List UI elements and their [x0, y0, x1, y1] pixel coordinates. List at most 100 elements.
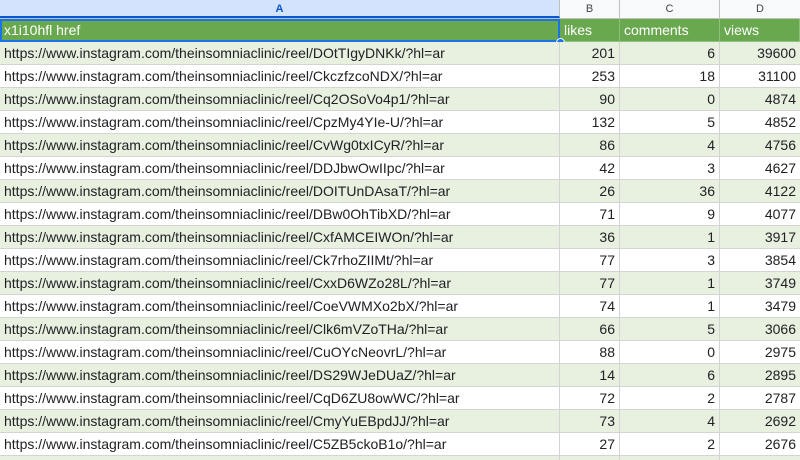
table-row: https://www.instagram.com/theinsomniacli…: [0, 42, 800, 65]
header-cell-comments[interactable]: comments: [620, 19, 720, 42]
table-row: https://www.instagram.com/theinsomniacli…: [0, 226, 800, 249]
table-row: https://www.instagram.com/theinsomniacli…: [0, 157, 800, 180]
table-row: https://www.instagram.com/theinsomniacli…: [0, 111, 800, 134]
cell-views[interactable]: 4077: [720, 203, 800, 226]
cell-likes[interactable]: 26: [560, 180, 620, 203]
cell-url[interactable]: https://www.instagram.com/theinsomniacli…: [0, 88, 560, 111]
cell-likes[interactable]: 86: [560, 134, 620, 157]
column-header-d[interactable]: D: [720, 0, 800, 18]
cell-likes[interactable]: 77: [560, 272, 620, 295]
cell-url[interactable]: https://www.instagram.com/theinsomniacli…: [0, 318, 560, 341]
header-cell-href[interactable]: x1i10hfl href: [0, 19, 560, 42]
cell-comments[interactable]: 1: [620, 272, 720, 295]
cell-likes[interactable]: 132: [560, 111, 620, 134]
table-row: https://www.instagram.com/theinsomniacli…: [0, 387, 800, 410]
cell-comments[interactable]: 4: [620, 410, 720, 433]
cell-views[interactable]: 39600: [720, 42, 800, 65]
cell-views[interactable]: 3479: [720, 295, 800, 318]
cell-views[interactable]: 2787: [720, 387, 800, 410]
table-row: https://www.instagram.com/theinsomniacli…: [0, 88, 800, 111]
cell-comments[interactable]: 5: [620, 318, 720, 341]
table-row: https://www.instagram.com/theinsomniacli…: [0, 318, 800, 341]
cell-views[interactable]: 3854: [720, 249, 800, 272]
cell-likes[interactable]: 90: [560, 88, 620, 111]
header-row: x1i10hfl href likes comments views: [0, 19, 800, 42]
cell-comments[interactable]: 9: [620, 456, 720, 460]
cell-likes[interactable]: 253: [560, 65, 620, 88]
cell-views[interactable]: 4852: [720, 111, 800, 134]
cell-url[interactable]: https://www.instagram.com/theinsomniacli…: [0, 456, 560, 460]
cell-likes[interactable]: 69: [560, 456, 620, 460]
header-cell-views[interactable]: views: [720, 19, 800, 42]
cell-url[interactable]: https://www.instagram.com/theinsomniacli…: [0, 157, 560, 180]
cell-url[interactable]: https://www.instagram.com/theinsomniacli…: [0, 134, 560, 157]
cell-views[interactable]: 31100: [720, 65, 800, 88]
cell-likes[interactable]: 66: [560, 318, 620, 341]
column-header-c[interactable]: C: [620, 0, 720, 18]
cell-url[interactable]: https://www.instagram.com/theinsomniacli…: [0, 249, 560, 272]
cell-likes[interactable]: 88: [560, 341, 620, 364]
cell-comments[interactable]: 3: [620, 157, 720, 180]
cell-views[interactable]: 4874: [720, 88, 800, 111]
cell-likes[interactable]: 14: [560, 364, 620, 387]
cell-comments[interactable]: 6: [620, 364, 720, 387]
cell-comments[interactable]: 2: [620, 387, 720, 410]
cell-url[interactable]: https://www.instagram.com/theinsomniacli…: [0, 295, 560, 318]
cell-likes[interactable]: 36: [560, 226, 620, 249]
cell-url[interactable]: https://www.instagram.com/theinsomniacli…: [0, 364, 560, 387]
cell-url[interactable]: https://www.instagram.com/theinsomniacli…: [0, 180, 560, 203]
cell-likes[interactable]: 27: [560, 433, 620, 456]
cell-url[interactable]: https://www.instagram.com/theinsomniacli…: [0, 42, 560, 65]
cell-views[interactable]: 3066: [720, 318, 800, 341]
cell-url[interactable]: https://www.instagram.com/theinsomniacli…: [0, 387, 560, 410]
table-row: https://www.instagram.com/theinsomniacli…: [0, 272, 800, 295]
table-row: https://www.instagram.com/theinsomniacli…: [0, 134, 800, 157]
cell-views[interactable]: 2668: [720, 456, 800, 460]
table-row: https://www.instagram.com/theinsomniacli…: [0, 65, 800, 88]
cell-views[interactable]: 4122: [720, 180, 800, 203]
cell-likes[interactable]: 77: [560, 249, 620, 272]
cell-likes[interactable]: 74: [560, 295, 620, 318]
cell-views[interactable]: 2975: [720, 341, 800, 364]
table-row: https://www.instagram.com/theinsomniacli…: [0, 341, 800, 364]
cell-url[interactable]: https://www.instagram.com/theinsomniacli…: [0, 433, 560, 456]
cell-likes[interactable]: 71: [560, 203, 620, 226]
cell-likes[interactable]: 72: [560, 387, 620, 410]
column-header-a[interactable]: A: [0, 0, 560, 18]
cell-comments[interactable]: 2: [620, 433, 720, 456]
cell-url[interactable]: https://www.instagram.com/theinsomniacli…: [0, 226, 560, 249]
cell-url[interactable]: https://www.instagram.com/theinsomniacli…: [0, 341, 560, 364]
header-cell-likes[interactable]: likes: [560, 19, 620, 42]
cell-comments[interactable]: 36: [620, 180, 720, 203]
cell-comments[interactable]: 3: [620, 249, 720, 272]
cell-likes[interactable]: 73: [560, 410, 620, 433]
cell-views[interactable]: 2895: [720, 364, 800, 387]
cell-comments[interactable]: 6: [620, 42, 720, 65]
cell-comments[interactable]: 0: [620, 341, 720, 364]
table-row: https://www.instagram.com/theinsomniacli…: [0, 295, 800, 318]
cell-url[interactable]: https://www.instagram.com/theinsomniacli…: [0, 111, 560, 134]
cell-likes[interactable]: 201: [560, 42, 620, 65]
cell-comments[interactable]: 9: [620, 203, 720, 226]
cell-comments[interactable]: 18: [620, 65, 720, 88]
cell-views[interactable]: 4627: [720, 157, 800, 180]
column-header-b[interactable]: B: [560, 0, 620, 18]
cell-comments[interactable]: 0: [620, 88, 720, 111]
cell-comments[interactable]: 1: [620, 226, 720, 249]
cell-views[interactable]: 3917: [720, 226, 800, 249]
cell-views[interactable]: 2676: [720, 433, 800, 456]
cell-url[interactable]: https://www.instagram.com/theinsomniacli…: [0, 272, 560, 295]
cell-likes[interactable]: 42: [560, 157, 620, 180]
table-row: https://www.instagram.com/theinsomniacli…: [0, 203, 800, 226]
cell-url[interactable]: https://www.instagram.com/theinsomniacli…: [0, 65, 560, 88]
cell-comments[interactable]: 5: [620, 111, 720, 134]
spreadsheet-grid[interactable]: A B C D x1i10hfl href likes comments vie…: [0, 0, 800, 460]
cell-views[interactable]: 3749: [720, 272, 800, 295]
cell-comments[interactable]: 1: [620, 295, 720, 318]
cell-views[interactable]: 4756: [720, 134, 800, 157]
cell-url[interactable]: https://www.instagram.com/theinsomniacli…: [0, 203, 560, 226]
cell-url[interactable]: https://www.instagram.com/theinsomniacli…: [0, 410, 560, 433]
cell-views[interactable]: 2692: [720, 410, 800, 433]
cell-comments[interactable]: 4: [620, 134, 720, 157]
column-header-bar: A B C D: [0, 0, 800, 19]
